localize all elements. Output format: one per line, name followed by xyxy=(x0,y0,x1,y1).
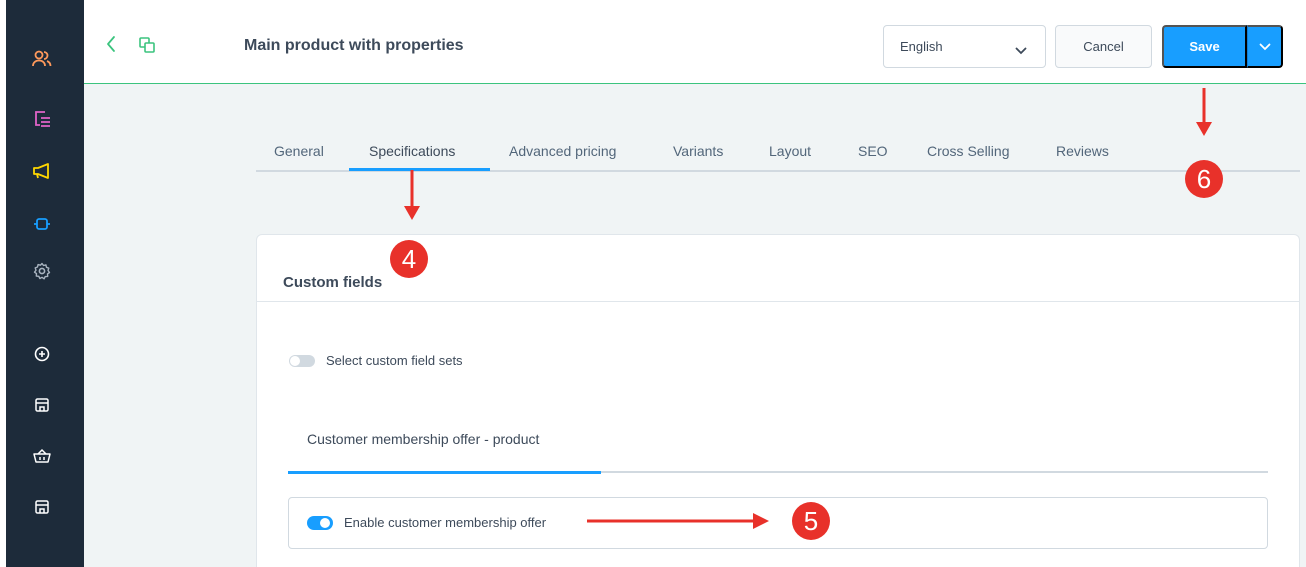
card-divider xyxy=(257,301,1299,302)
marketing-icon[interactable] xyxy=(30,159,54,183)
enable-membership-label: Enable customer membership offer xyxy=(344,515,547,530)
custom-fields-card: Custom fields Select custom field sets C… xyxy=(256,234,1300,567)
tab-seo[interactable]: SEO xyxy=(858,143,888,159)
chevron-down-icon xyxy=(1015,42,1027,60)
orders-icon[interactable] xyxy=(30,107,54,131)
chevron-left-icon[interactable] xyxy=(106,35,116,58)
tab-general[interactable]: General xyxy=(274,143,324,159)
tab-advanced-pricing[interactable]: Advanced pricing xyxy=(509,143,616,159)
annotation-badge-4: 4 xyxy=(390,240,428,278)
language-select-value: English xyxy=(900,39,943,54)
page-title: Main product with properties xyxy=(244,37,464,54)
tab-specifications[interactable]: Specifications xyxy=(369,143,455,159)
enable-membership-switch[interactable] xyxy=(307,516,333,530)
tab-cross-selling[interactable]: Cross Selling xyxy=(927,143,1009,159)
add-icon[interactable] xyxy=(30,342,54,366)
annotation-badge-5: 5 xyxy=(792,502,830,540)
tab-reviews[interactable]: Reviews xyxy=(1056,143,1109,159)
tab-customer-membership-offer[interactable]: Customer membership offer - product xyxy=(307,431,539,447)
language-select[interactable]: English xyxy=(883,25,1046,68)
tab-variants[interactable]: Variants xyxy=(673,143,723,159)
chevron-down-icon xyxy=(1259,39,1271,54)
annotation-badge-6: 6 xyxy=(1185,160,1223,198)
active-tab-indicator xyxy=(349,168,490,171)
select-custom-field-sets-switch[interactable] xyxy=(289,355,315,367)
enable-membership-field: Enable customer membership offer xyxy=(288,497,1268,549)
tab-layout[interactable]: Layout xyxy=(769,143,811,159)
basket-icon[interactable] xyxy=(30,444,54,468)
save-options-button[interactable] xyxy=(1247,25,1283,68)
product-tabs: General Specifications Advanced pricing … xyxy=(256,130,1300,172)
extensions-icon[interactable] xyxy=(30,212,54,236)
annotation-arrow-4 xyxy=(404,170,420,220)
storefront-icon[interactable] xyxy=(30,393,54,417)
storefront-2-icon[interactable] xyxy=(30,495,54,519)
page-header: Main product with properties English Can… xyxy=(84,0,1306,84)
active-set-tab-indicator xyxy=(288,471,601,474)
cancel-button[interactable]: Cancel xyxy=(1055,25,1152,68)
settings-icon[interactable] xyxy=(30,259,54,283)
admin-sidebar xyxy=(6,0,84,567)
select-custom-field-sets-label: Select custom field sets xyxy=(326,353,463,368)
duplicate-icon[interactable] xyxy=(138,36,156,59)
card-title: Custom fields xyxy=(283,274,383,291)
save-button[interactable]: Save xyxy=(1162,25,1247,68)
customers-icon[interactable] xyxy=(30,47,54,71)
